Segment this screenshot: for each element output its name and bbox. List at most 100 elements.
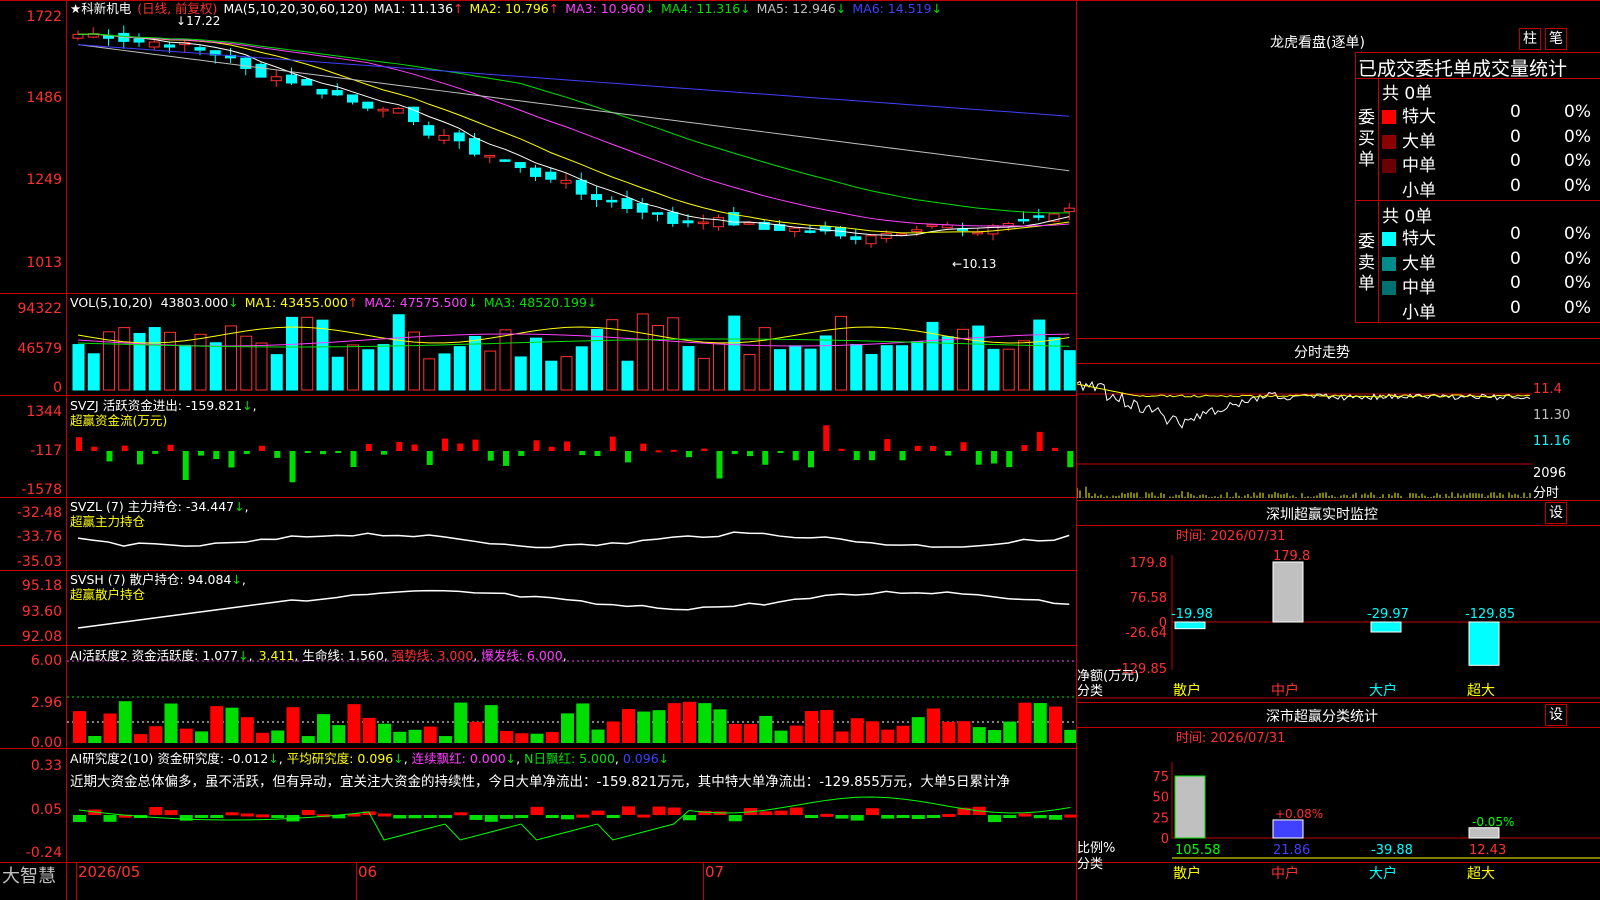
cat-ratio-label: 比例% — [1077, 841, 1115, 856]
ai1-bar — [362, 717, 376, 743]
vol-axis-0: 94322 — [17, 301, 62, 317]
svzj-bar — [1021, 445, 1028, 451]
candle-body — [484, 155, 496, 158]
vol-bar — [636, 313, 649, 391]
candle-body — [438, 134, 450, 141]
candle-body — [621, 198, 633, 210]
svzj-bar — [731, 451, 738, 455]
ai2-bar — [850, 815, 864, 821]
tab-tick-view[interactable]: 笔 — [1545, 28, 1567, 50]
candle-body — [743, 222, 755, 225]
monitor-unit: 净额(万元) — [1077, 669, 1139, 684]
ai2-bar — [210, 815, 224, 818]
vol-bar — [987, 348, 1000, 391]
svzj-bar — [335, 451, 342, 453]
candle-body — [682, 220, 694, 224]
longhu-subtitle: 已成交委托单成交量统计 — [1358, 58, 1568, 80]
svzj-bar — [762, 451, 769, 465]
ai2-bar — [439, 815, 452, 819]
ai2-bar — [271, 815, 285, 818]
ai1-axis-0: 6.00 — [30, 653, 62, 669]
intraday-price-line — [1077, 380, 1531, 429]
candle-body — [713, 217, 724, 228]
ai1-bar — [332, 725, 346, 743]
ai1-bar — [271, 730, 285, 743]
svzj-bar — [747, 451, 753, 457]
vol-bar — [240, 335, 253, 391]
monitor-axis-0: 179.8 — [1130, 556, 1167, 571]
cat-cat-3: 超大 — [1467, 866, 1495, 882]
date-axis-2: 07 — [705, 863, 725, 881]
intraday-vol: 2096 — [1533, 466, 1567, 481]
vol-bar — [194, 333, 207, 391]
ai1-bar — [393, 731, 407, 743]
svzj-bar — [228, 451, 235, 468]
row-count: 0 — [1510, 151, 1521, 171]
row-count: 0 — [1510, 273, 1521, 293]
svzl-line — [77, 531, 1070, 549]
svzj-bar — [701, 448, 708, 451]
svzj-bar — [350, 451, 357, 467]
ai1-bar — [73, 711, 86, 743]
ai2-bar — [195, 815, 208, 818]
intraday-avg-line — [1077, 383, 1531, 398]
ai2-bar — [500, 815, 513, 819]
candle-body — [148, 41, 160, 48]
ai2-header: AI研究度2(10) 资金研究度: -0.012↓, 平均研究度: 0.096↓… — [70, 751, 670, 766]
cat-axis-2: 25 — [1152, 811, 1169, 826]
svzj-bar — [579, 451, 586, 456]
vol-bar — [438, 353, 451, 391]
vol-bar — [316, 319, 329, 391]
vol-bar — [1002, 348, 1015, 391]
svzj-bar — [975, 451, 982, 465]
svzj-bar — [213, 451, 220, 459]
svzj-bar — [472, 439, 479, 451]
intraday-price-2: 11.16 — [1533, 434, 1571, 449]
svzj-bar — [243, 451, 250, 454]
svzj-bar — [991, 451, 997, 464]
svsh-axis-2: 92.08 — [21, 629, 62, 645]
svzj-bar — [1006, 451, 1013, 468]
category-settings-button[interactable]: 设 — [1545, 704, 1567, 726]
vol-axis-1: 46579 — [17, 341, 62, 357]
cat-axis-3: 0 — [1161, 832, 1169, 847]
svsh-axis-0: 95.18 — [21, 578, 62, 594]
ai1-bar — [652, 710, 666, 743]
candle-body — [423, 125, 435, 136]
svzj-bar — [274, 451, 281, 458]
ai1-bar — [225, 707, 239, 743]
ai2-bar — [1018, 813, 1032, 817]
ai1-bar — [759, 715, 773, 743]
main-chart[interactable] — [67, 0, 1076, 862]
vol-bar — [118, 327, 131, 391]
svzj-bar — [365, 443, 372, 451]
ai1-bar — [317, 714, 330, 743]
candle-body — [164, 44, 175, 48]
candle-body — [941, 224, 953, 229]
intraday-chart[interactable] — [1077, 364, 1532, 500]
vol-bar — [713, 343, 725, 391]
vol-bar — [270, 354, 283, 391]
svzj-bar — [838, 448, 845, 451]
monitor-cat-3: 超大 — [1467, 683, 1495, 699]
ai2-bar — [103, 815, 117, 822]
buy-row-1: 大单 0 0% — [1382, 127, 1600, 152]
row-label: 小单 — [1402, 180, 1436, 201]
ai2-bar — [789, 807, 803, 815]
vol-bar — [514, 356, 527, 391]
tab-bar-view[interactable]: 柱 — [1519, 28, 1541, 50]
candle-body — [1033, 215, 1045, 218]
cat-value-1: 21.86 — [1273, 843, 1310, 858]
ai1-bar — [1049, 706, 1062, 743]
ai2-axis-2: -0.24 — [25, 845, 62, 861]
svzj-bar — [289, 451, 296, 483]
candle-body — [362, 101, 374, 109]
monitor-axis-3: -26.64 — [1125, 626, 1167, 641]
svzl-axis-0: -32.48 — [16, 505, 62, 521]
cat-value-2: -39.88 — [1371, 843, 1413, 858]
vol-bar — [408, 331, 420, 391]
candle-body — [850, 236, 862, 240]
svzj-bar — [899, 451, 906, 461]
monitor-settings-button[interactable]: 设 — [1545, 502, 1567, 524]
ai2-bar — [408, 815, 422, 819]
